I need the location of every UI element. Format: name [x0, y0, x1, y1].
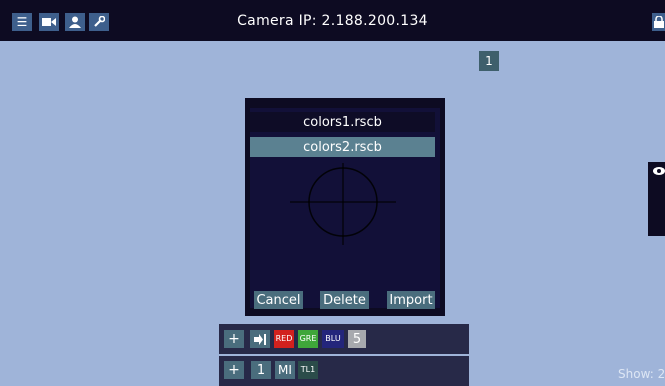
file-item-colors2-selected[interactable]: colors2.rscb: [250, 137, 435, 157]
eye-icon[interactable]: [652, 165, 665, 181]
sign-in-glyph: [254, 333, 266, 345]
import-button[interactable]: Import: [387, 291, 435, 309]
show-count-label: Show: 2: [618, 367, 665, 381]
delete-button[interactable]: Delete: [320, 291, 369, 309]
crosshair-watermark: [290, 163, 396, 245]
camera-ip-title: Camera IP: 2.188.200.134: [237, 12, 428, 29]
mi-button[interactable]: MI: [275, 361, 295, 379]
add-button-2[interactable]: +: [224, 361, 244, 379]
green-channel-button[interactable]: GRE: [298, 330, 318, 348]
cancel-button[interactable]: Cancel: [254, 291, 303, 309]
camera-number-badge[interactable]: 1: [479, 51, 499, 71]
lock-glyph: [654, 16, 664, 28]
red-channel-button[interactable]: RED: [274, 330, 294, 348]
eye-glyph: [653, 167, 665, 175]
add-button[interactable]: +: [224, 330, 244, 348]
blue-channel-button[interactable]: BLU: [322, 330, 344, 348]
tl1-button[interactable]: TL1: [298, 361, 318, 379]
lock-icon[interactable]: [652, 13, 665, 31]
sign-in-icon[interactable]: [250, 330, 270, 348]
number-button[interactable]: 1: [251, 361, 271, 379]
file-item-colors1[interactable]: colors1.rscb: [250, 112, 435, 132]
value-box[interactable]: 5: [348, 330, 366, 348]
